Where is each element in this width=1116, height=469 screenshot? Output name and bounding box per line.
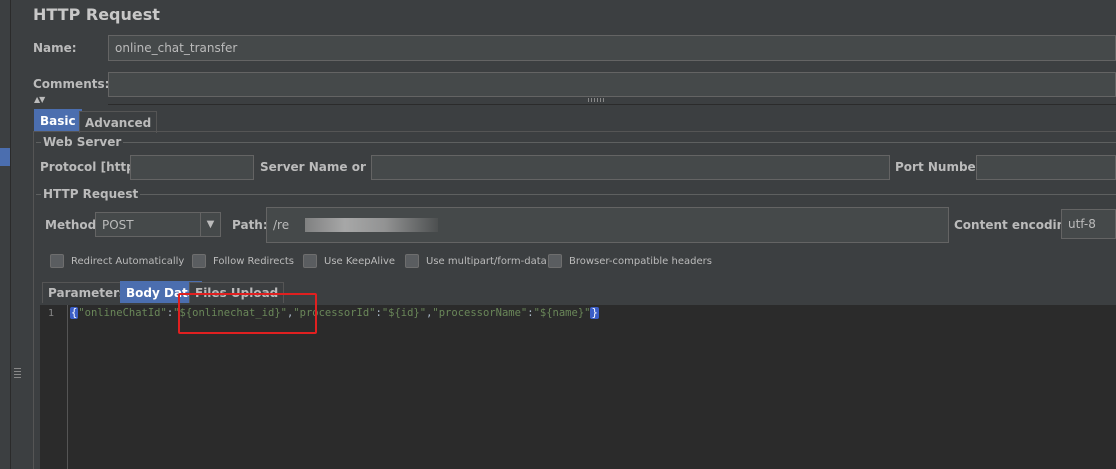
http-request-panel: HTTP Request Name: online_chat_transfer … (24, 0, 1116, 469)
content-encoding-label: Content encoding: (954, 218, 1079, 232)
content-encoding-field[interactable]: utf-8 (1061, 209, 1116, 239)
port-number-label: Port Number: (895, 160, 987, 174)
tree-selection-marker (0, 148, 10, 166)
json-key: "processorName" (432, 307, 528, 319)
json-key: "onlineChatId" (78, 307, 167, 319)
server-name-label: Server Name or IP: (260, 160, 389, 174)
splitter-handle-icon[interactable] (588, 98, 606, 102)
checkbox-box[interactable] (405, 254, 419, 268)
comments-field[interactable] (108, 72, 1116, 97)
redirect-automatically-checkbox[interactable]: Redirect Automatically (50, 254, 184, 268)
use-keepalive-checkbox[interactable]: Use KeepAlive (303, 254, 395, 268)
browser-compatible-headers-checkbox[interactable]: Browser-compatible headers (548, 254, 712, 268)
name-label: Name: (33, 41, 77, 55)
close-brace: } (590, 307, 599, 319)
checkbox-label: Browser-compatible headers (569, 255, 712, 267)
checkbox-box[interactable] (303, 254, 317, 268)
server-name-field[interactable] (371, 155, 890, 180)
highlight-annotation-box (178, 293, 317, 334)
json-value: "${id}" (381, 307, 427, 319)
tab-parameters[interactable]: Parameters (42, 282, 133, 303)
page-title: HTTP Request (33, 5, 160, 24)
line-number: 1 (48, 308, 55, 319)
path-label: Path: (232, 218, 268, 232)
left-gutter (0, 0, 24, 469)
web-server-title: Web Server (41, 135, 124, 149)
method-select[interactable]: POST ▼ (95, 212, 221, 237)
chevron-down-icon[interactable]: ▼ (200, 213, 220, 236)
tab-advanced[interactable]: Advanced (79, 111, 158, 133)
web-server-group-line (36, 142, 1116, 143)
method-label: Method: (45, 218, 101, 232)
name-value: online_chat_transfer (115, 41, 238, 55)
editor-gutter (40, 305, 68, 469)
protocol-field[interactable] (130, 155, 254, 180)
redacted-path-blur (305, 218, 438, 232)
code-line[interactable]: {"onlineChatId":"${onlinechat_id}","proc… (70, 307, 599, 319)
content-encoding-value: utf-8 (1068, 217, 1096, 231)
comments-label: Comments: (33, 77, 110, 91)
checkbox-box[interactable] (548, 254, 562, 268)
checkbox-label: Follow Redirects (213, 255, 294, 267)
name-field[interactable]: online_chat_transfer (108, 35, 1116, 61)
path-value: /re (273, 218, 290, 232)
method-value: POST (102, 217, 134, 232)
checkbox-box[interactable] (50, 254, 64, 268)
use-multipart-checkbox[interactable]: Use multipart/form-data (405, 254, 547, 268)
follow-redirects-checkbox[interactable]: Follow Redirects (192, 254, 294, 268)
comments-divider (108, 104, 1116, 105)
http-request-group-line (36, 194, 1116, 195)
resize-grip-icon[interactable] (14, 368, 21, 380)
checkbox-box[interactable] (192, 254, 206, 268)
collapse-arrows-icon[interactable]: ▲▼ (34, 95, 45, 104)
json-value: "${name}" (533, 307, 591, 319)
gutter-divider (10, 0, 11, 469)
checkbox-label: Use multipart/form-data (426, 255, 547, 267)
port-number-field[interactable] (976, 155, 1116, 180)
http-request-group-title: HTTP Request (41, 187, 141, 201)
checkbox-label: Redirect Automatically (71, 255, 185, 267)
checkbox-label: Use KeepAlive (324, 255, 396, 267)
tab-basic[interactable]: Basic (34, 109, 82, 131)
